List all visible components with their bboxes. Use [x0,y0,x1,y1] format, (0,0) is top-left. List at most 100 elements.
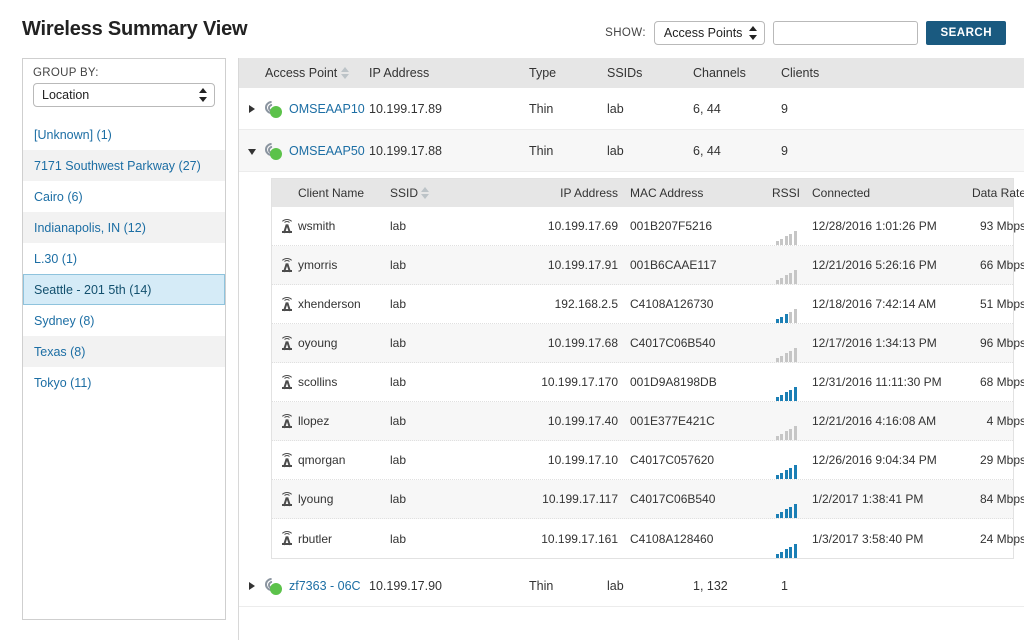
wireless-client-icon [280,297,295,312]
client-table-row[interactable]: lyounglab10.199.17.117C4017C06B5401/2/20… [272,480,1013,519]
column-header-ssids[interactable]: SSIDs [607,66,693,80]
access-point-name-cell: zf7363 - 06C [265,576,369,596]
client-rssi-cell [760,246,812,284]
client-table-row[interactable]: scollinslab10.199.17.170001D9A8198DB12/3… [272,363,1013,402]
client-table-row[interactable]: llopezlab10.199.17.40001E377E421C12/21/2… [272,402,1013,441]
show-select-value: Access Points [664,26,743,40]
column-header-data-rate[interactable]: Data Rate [962,186,1024,200]
column-header-connected[interactable]: Connected [812,186,962,200]
client-table-row[interactable]: wsmithlab10.199.17.69001B207F521612/28/2… [272,207,1013,246]
client-name-label: rbutler [298,532,332,546]
column-header-mac-address[interactable]: MAC Address [630,186,760,200]
wireless-client-icon [280,414,295,429]
sidebar-group-item[interactable]: Seattle - 201 5th (14) [23,274,225,305]
access-point-icon [265,99,285,119]
client-ssid-cell: lab [390,336,510,350]
row-expand-toggle[interactable] [239,102,265,116]
client-ip-cell: 10.199.17.91 [510,258,630,272]
client-table-row[interactable]: oyounglab10.199.17.68C4017C06B54012/17/2… [272,324,1013,363]
client-rssi-cell [760,402,812,440]
caret-right-icon[interactable] [249,105,255,113]
client-table: Client NameSSIDIP AddressMAC AddressRSSI… [271,178,1014,559]
client-connected-cell: 1/2/2017 1:38:41 PM [812,492,962,506]
rssi-signal-bars [776,270,797,284]
column-header-access-point-label: Access Point [265,66,337,80]
group-by-select[interactable]: Location [33,83,215,107]
client-table-row[interactable]: xhendersonlab192.168.2.5C4108A12673012/1… [272,285,1013,324]
client-name-cell: oyoung [272,336,390,351]
rssi-signal-bars [776,426,797,440]
access-point-row[interactable]: zf7363 - 06C10.199.17.90Thinlab1, 1321 [239,565,1024,607]
access-point-type-cell: Thin [529,102,607,116]
column-header-ip-address[interactable]: IP Address [369,66,529,80]
chevron-updown-icon [199,88,207,102]
client-name-label: llopez [298,414,329,428]
client-name-label: xhenderson [298,297,361,311]
client-rssi-cell [760,480,812,518]
column-header-clients[interactable]: Clients [781,66,861,80]
column-header-client-name[interactable]: Client Name [272,186,390,200]
client-name-cell: rbutler [272,531,390,546]
client-ip-cell: 10.199.17.69 [510,219,630,233]
client-name-label: oyoung [298,336,337,350]
search-input[interactable] [773,21,918,45]
client-rssi-cell [760,519,812,558]
client-ip-cell: 10.199.17.117 [510,492,630,506]
client-connected-cell: 1/3/2017 3:58:40 PM [812,532,962,546]
access-point-row[interactable]: OMSEAAP1010.199.17.89Thinlab6, 449 [239,88,1024,130]
group-by-label: GROUP BY: [33,67,215,79]
access-point-name-link[interactable]: OMSEAAP10 [289,102,365,116]
client-connected-cell: 12/17/2016 1:34:13 PM [812,336,962,350]
sidebar-group-item[interactable]: [Unknown] (1) [23,119,225,150]
column-header-channels[interactable]: Channels [693,66,781,80]
sidebar-group-item[interactable]: Tokyo (11) [23,367,225,398]
access-point-icon [265,141,285,161]
client-table-row[interactable]: ymorrislab10.199.17.91001B6CAAE11712/21/… [272,246,1013,285]
access-point-table-header: Access Point IP Address Type SSIDs Chann… [239,58,1024,88]
column-header-client-ip-address[interactable]: IP Address [510,186,630,200]
access-point-name-link[interactable]: zf7363 - 06C [289,579,361,593]
client-connected-cell: 12/28/2016 1:01:26 PM [812,219,962,233]
row-expand-toggle[interactable] [239,579,265,593]
client-ip-cell: 10.199.17.68 [510,336,630,350]
group-by-value: Location [42,88,89,102]
client-table-row[interactable]: rbutlerlab10.199.17.161C4108A1284601/3/2… [272,519,1013,558]
show-select[interactable]: Access Points [654,21,766,45]
access-point-clients-cell: 9 [781,144,861,158]
row-expand-toggle[interactable] [239,144,265,158]
column-header-access-point[interactable]: Access Point [265,66,369,80]
sidebar-group-item[interactable]: L.30 (1) [23,243,225,274]
sidebar-group-item[interactable]: 7171 Southwest Parkway (27) [23,150,225,181]
column-header-ssid[interactable]: SSID [390,186,510,200]
sidebar-group-item[interactable]: Texas (8) [23,336,225,367]
client-name-cell: xhenderson [272,297,390,312]
show-controls: SHOW: Access Points SEARCH [605,21,1006,45]
chevron-updown-icon [749,26,757,40]
group-list: [Unknown] (1)7171 Southwest Parkway (27)… [23,119,225,398]
sidebar-group-item[interactable]: Sydney (8) [23,305,225,336]
column-header-type[interactable]: Type [529,66,607,80]
access-point-name-link[interactable]: OMSEAAP50 [289,144,365,158]
client-table-row[interactable]: qmorganlab10.199.17.10C4017C05762012/26/… [272,441,1013,480]
client-name-cell: wsmith [272,219,390,234]
client-rssi-cell [760,285,812,323]
sidebar-group-item[interactable]: Cairo (6) [23,181,225,212]
access-point-ssids-cell: lab [607,144,693,158]
access-point-type-cell: Thin [529,144,607,158]
column-header-rssi[interactable]: RSSI [760,179,812,207]
wireless-client-icon [280,375,295,390]
caret-right-icon[interactable] [249,582,255,590]
client-name-cell: scollins [272,375,390,390]
access-point-ssids-cell: lab [607,579,693,593]
client-connected-cell: 12/18/2016 7:42:14 AM [812,297,962,311]
caret-down-icon[interactable] [248,149,256,155]
search-button[interactable]: SEARCH [926,21,1006,45]
rssi-signal-bars [776,465,797,479]
access-point-row[interactable]: OMSEAAP5010.199.17.88Thinlab6, 449 [239,130,1024,172]
sidebar-group-item[interactable]: Indianapolis, IN (12) [23,212,225,243]
top-bar: Wireless Summary View SHOW: Access Point… [0,0,1024,56]
client-table-header: Client NameSSIDIP AddressMAC AddressRSSI… [272,179,1013,207]
client-data-rate-cell: 4 Mbps [962,414,1024,428]
sidebar: GROUP BY: Location [Unknown] (1)7171 Sou… [22,58,226,620]
sort-updown-icon [341,67,350,79]
